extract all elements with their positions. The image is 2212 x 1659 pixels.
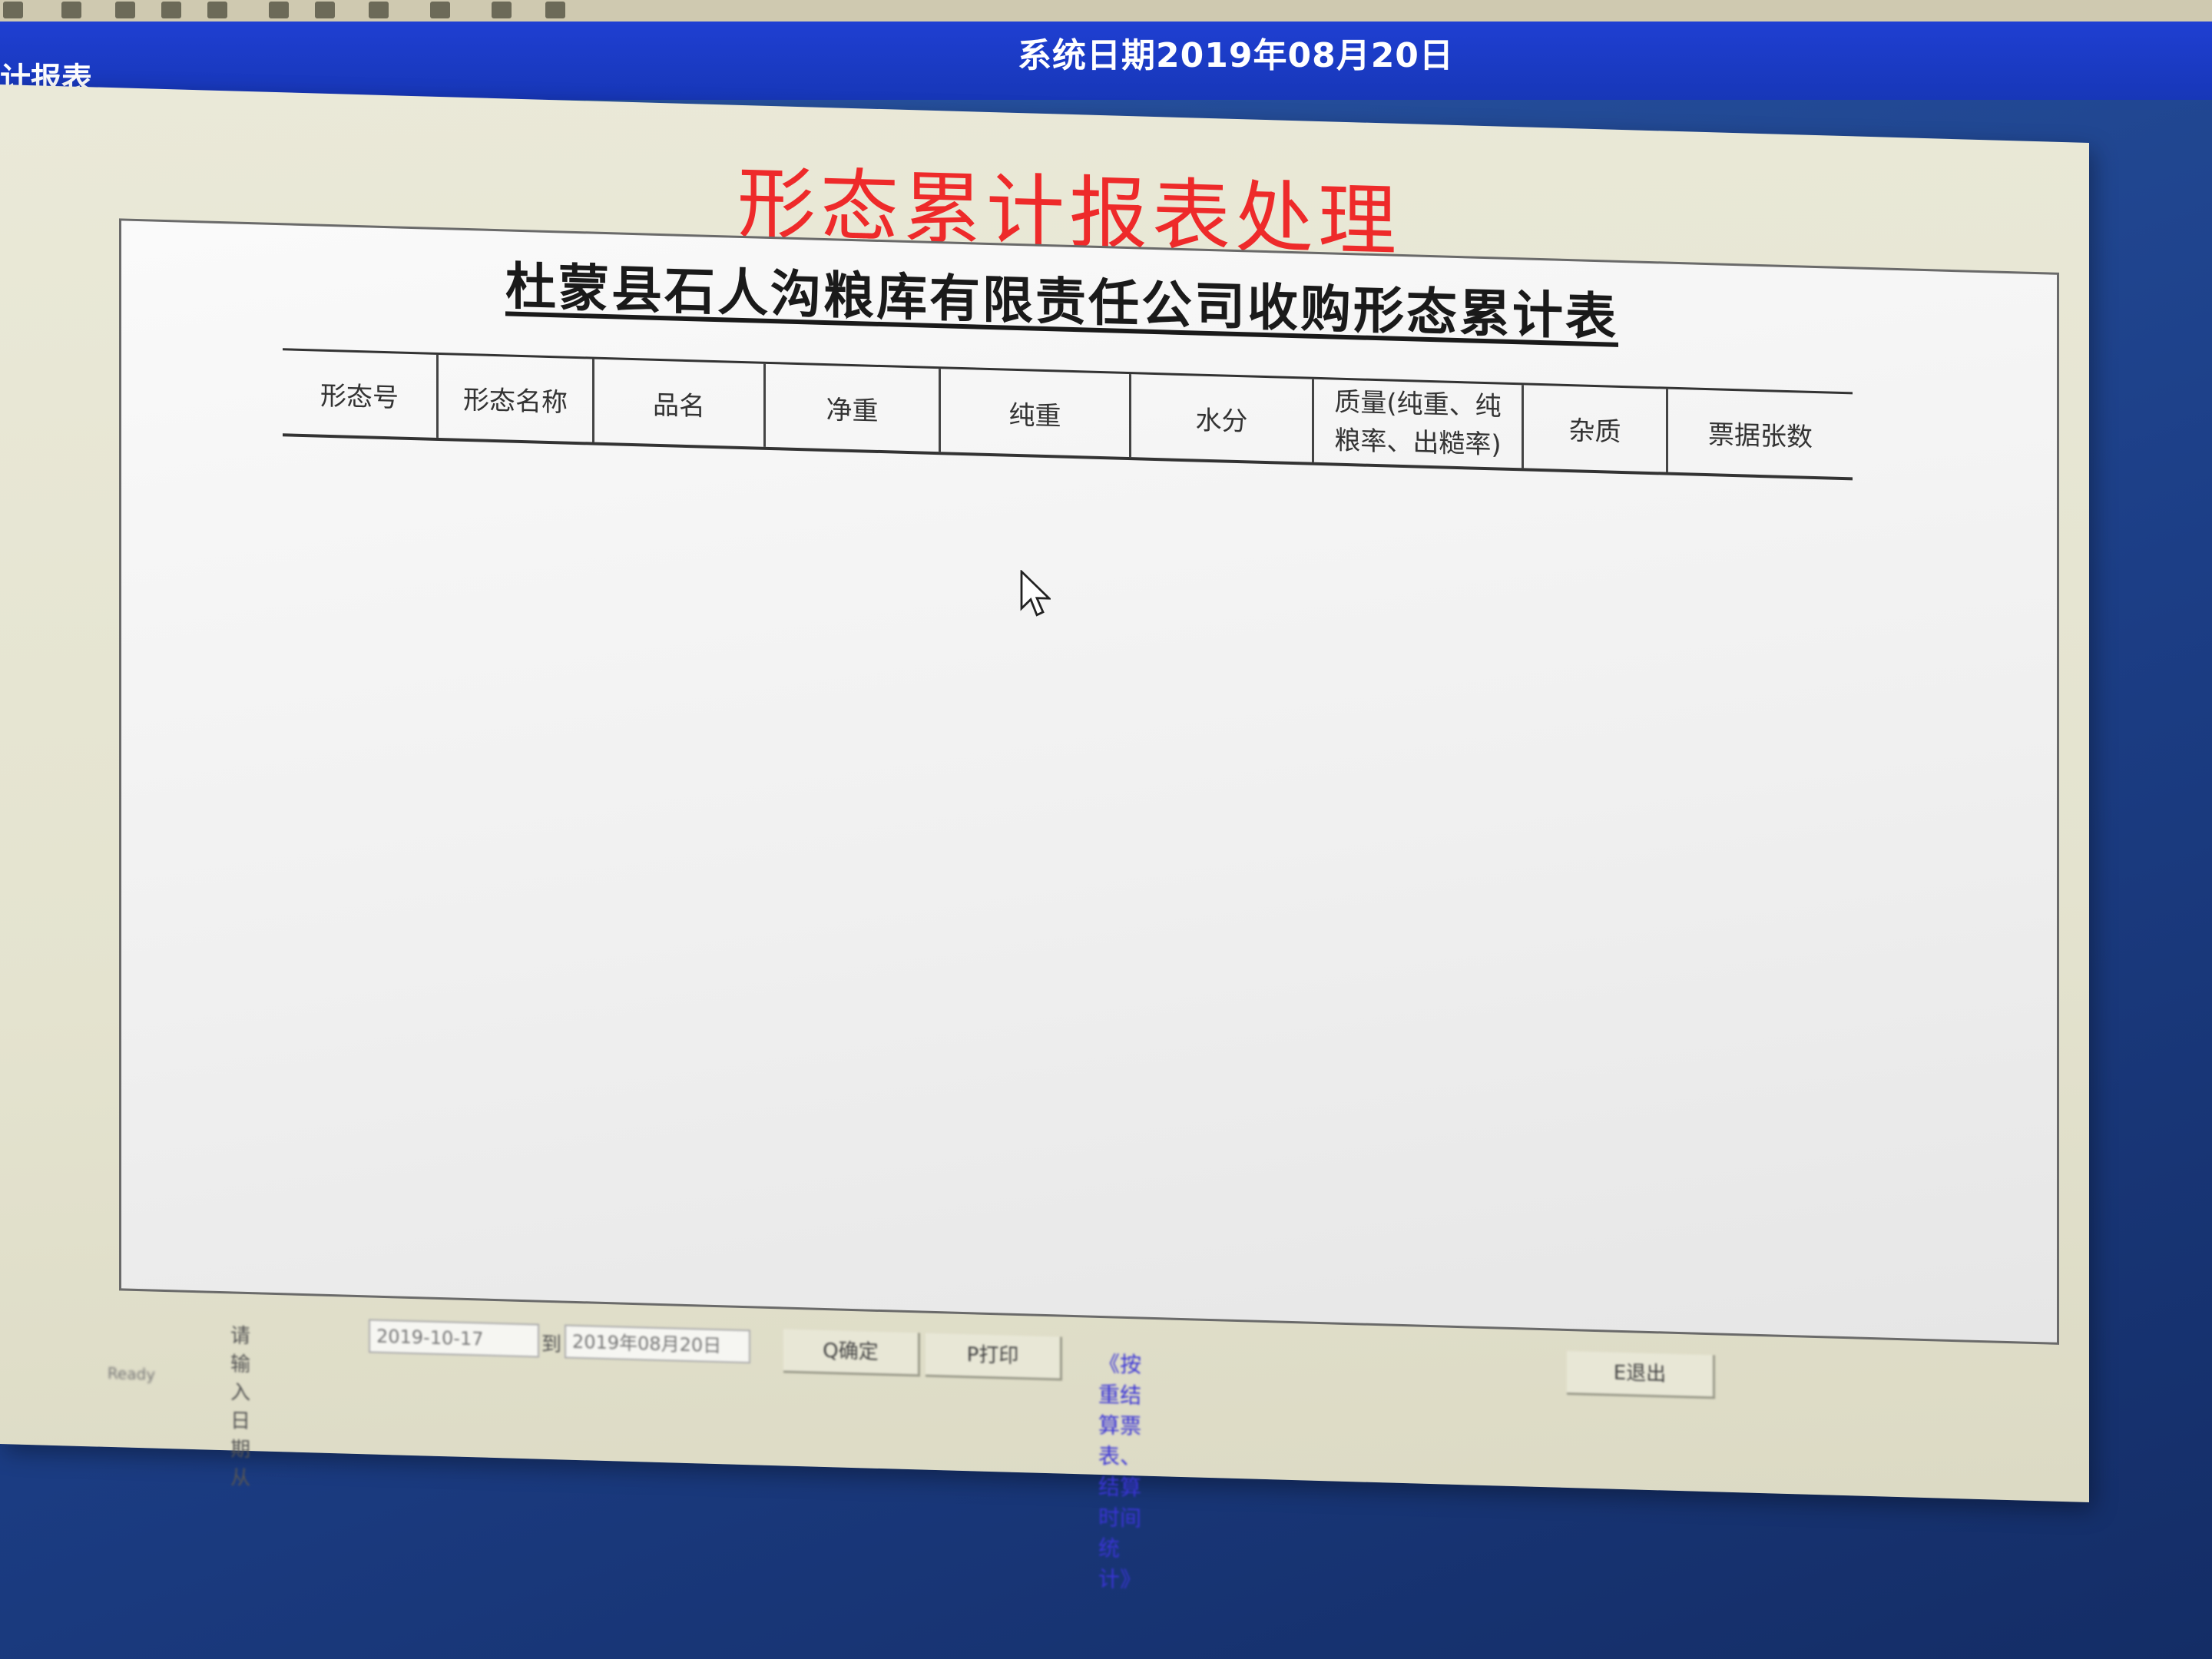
toolbar-icon-strip <box>0 0 2212 22</box>
report-title: 杜蒙县石人沟粮库有限责任公司收购形态累计表 <box>505 256 1618 347</box>
search-icon[interactable] <box>269 2 289 18</box>
to-date-input[interactable]: 2019年08月20日 <box>565 1324 750 1364</box>
column-header-moisture: 水分 <box>1130 373 1313 464</box>
exit-button[interactable]: E退出 <box>1567 1350 1715 1399</box>
settings-icon[interactable] <box>545 2 565 18</box>
chart-icon[interactable] <box>207 2 227 18</box>
tool-icon[interactable] <box>492 2 512 18</box>
system-date: 系统日期2019年08月20日 <box>1018 36 1454 75</box>
lightning-icon[interactable] <box>115 2 135 18</box>
column-header-quality: 质量(纯重、纯粮率、出糙率) <box>1313 378 1523 470</box>
title-bar: 计报表 系统日期2019年08月20日 <box>0 22 2212 100</box>
arrow-icon[interactable] <box>369 2 389 18</box>
column-header-ticket-count: 票据张数 <box>1667 388 1853 479</box>
column-header-impurity: 杂质 <box>1522 383 1667 474</box>
document-icon[interactable] <box>161 2 181 18</box>
column-header-pure-weight: 纯重 <box>939 367 1131 459</box>
grid-icon[interactable] <box>430 2 450 18</box>
status-text: Ready <box>108 1363 156 1384</box>
pen-icon[interactable] <box>61 2 81 18</box>
settlement-hint-link[interactable]: 《按重结算票表、结算时间统计》 <box>1098 1347 1141 1594</box>
column-header-net-weight: 净重 <box>764 363 940 454</box>
date-range-label: 请输入日期从 <box>230 1324 251 1491</box>
report-panel: 杜蒙县石人沟粮库有限责任公司收购形态累计表 形态号 形态名称 品名 净重 纯重 … <box>119 218 2059 1345</box>
mouse-cursor-icon <box>1020 570 1051 617</box>
globe-icon[interactable] <box>315 2 335 18</box>
print-button[interactable]: P打印 <box>926 1333 1062 1381</box>
screen: 计报表 系统日期2019年08月20日 形态累计报表处理 杜蒙县石人沟粮库有限责… <box>0 0 2212 1659</box>
confirm-button[interactable]: Q确定 <box>783 1329 920 1377</box>
to-label: 到 <box>541 1333 562 1357</box>
column-header-form-name: 形态名称 <box>437 353 594 444</box>
app-icon[interactable] <box>3 2 23 18</box>
header-row: 形态号 形态名称 品名 净重 纯重 水分 质量(纯重、纯粮率、出糙率) 杂质 票… <box>283 349 1853 479</box>
report-table-header: 形态号 形态名称 品名 净重 纯重 水分 质量(纯重、纯粮率、出糙率) 杂质 票… <box>283 348 1853 480</box>
report-window: 形态累计报表处理 杜蒙县石人沟粮库有限责任公司收购形态累计表 形态号 形态名称 … <box>0 84 2089 1593</box>
column-header-product-name: 品名 <box>593 358 765 449</box>
from-date-input[interactable]: 2019-10-17 <box>369 1319 539 1358</box>
column-header-form-no: 形态号 <box>283 349 438 439</box>
